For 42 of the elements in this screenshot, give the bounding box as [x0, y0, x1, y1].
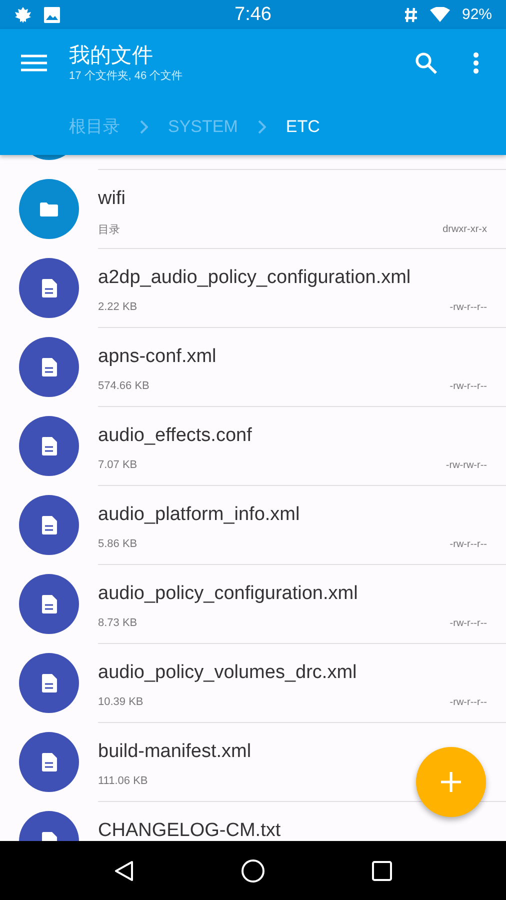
file-name[interactable]: audio_platform_info.xml: [98, 505, 300, 524]
file-detail: 目录: [98, 223, 120, 237]
search-icon[interactable]: [414, 51, 438, 75]
file-permissions: -rw-r--r--: [450, 618, 487, 628]
add-button[interactable]: [416, 747, 486, 817]
clock: 7:46: [234, 4, 272, 26]
file-permissions: -rw-r--r--: [450, 380, 487, 392]
chevron-icon: [258, 120, 266, 134]
file-detail: 2.22 KB: [98, 301, 138, 313]
file-name[interactable]: audio_policy_volumes_drc.xml: [98, 663, 357, 682]
chevron-icon: [140, 120, 148, 134]
file-name[interactable]: audio_policy_configuration.xml: [98, 584, 358, 603]
file-permissions: -rw-r--r--: [450, 696, 487, 708]
file-permissions: -rw-rw-r--: [446, 460, 487, 470]
plus-icon: [439, 770, 463, 794]
file-name[interactable]: audio_effects.conf: [98, 426, 252, 445]
file-permissions: -rw-r--r--: [450, 302, 487, 312]
file-detail: 5.86 KB: [98, 538, 138, 550]
home-icon[interactable]: [240, 858, 265, 882]
file-detail: 574.66 KB: [98, 380, 150, 392]
app-title: 我的文件: [69, 43, 154, 69]
menu-icon[interactable]: [21, 54, 47, 72]
hash-icon: [404, 6, 418, 22]
recents-icon[interactable]: [372, 860, 392, 880]
image-icon: [44, 6, 60, 22]
wifi-icon: [430, 7, 450, 22]
file-detail: 7.07 KB: [98, 459, 138, 471]
file-detail: 8.73 KB: [98, 617, 138, 629]
back-icon[interactable]: [114, 860, 134, 882]
file-name[interactable]: a2dp_audio_policy_configuration.xml: [98, 268, 411, 287]
file-name[interactable]: build-manifest.xml: [98, 742, 252, 761]
file-name[interactable]: apns-conf.xml: [98, 347, 216, 366]
leaf-icon: [14, 6, 32, 22]
file-permissions: drwxr-xr-x: [442, 224, 487, 235]
folder-summary: 17 个文件夹, 46 个文件: [69, 69, 184, 83]
battery-level: 92%: [462, 6, 492, 23]
file-name[interactable]: CHANGELOG-CM.txt: [98, 821, 281, 840]
more-icon[interactable]: [473, 52, 479, 74]
file-detail: 10.39 KB: [98, 696, 144, 708]
file-permissions: -rw-r--r--: [450, 538, 487, 550]
file-detail: 111.06 KB: [98, 775, 148, 787]
file-name[interactable]: wifi: [98, 189, 126, 208]
